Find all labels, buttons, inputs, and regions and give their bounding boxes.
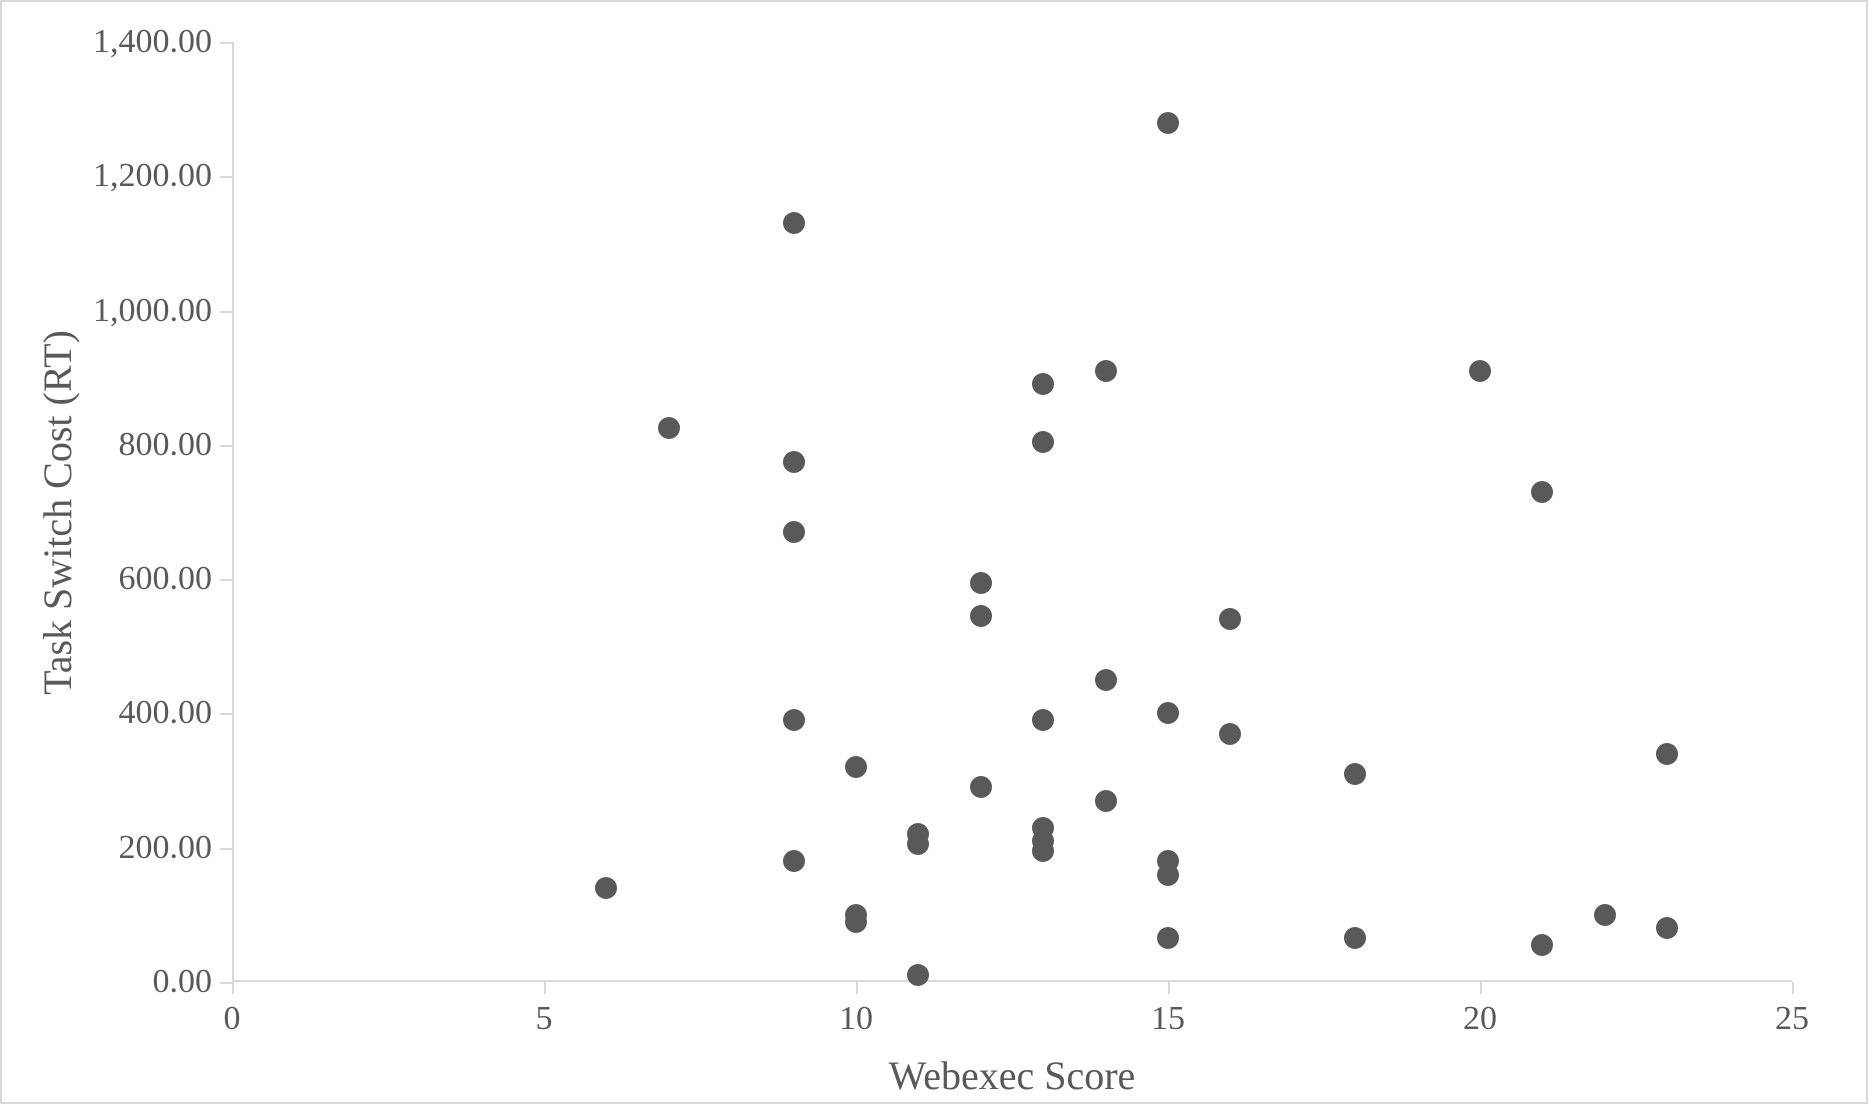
y-tick-label: 200.00	[119, 829, 233, 867]
data-point	[1219, 608, 1241, 630]
data-point	[970, 572, 992, 594]
data-point	[845, 756, 867, 778]
x-tick-label: 25	[1775, 982, 1809, 1038]
data-point	[907, 964, 929, 986]
data-point	[1656, 743, 1678, 765]
data-point	[1157, 864, 1179, 886]
data-point	[783, 850, 805, 872]
y-tick-label: 1,000.00	[93, 292, 232, 330]
y-tick-label: 600.00	[119, 560, 233, 598]
data-point	[1344, 763, 1366, 785]
data-point	[1219, 723, 1241, 745]
data-point	[970, 605, 992, 627]
data-point	[783, 451, 805, 473]
data-point	[1469, 360, 1491, 382]
data-point	[1032, 431, 1054, 453]
data-point	[783, 212, 805, 234]
data-point	[1095, 669, 1117, 691]
data-point	[1095, 360, 1117, 382]
data-point	[783, 709, 805, 731]
data-point	[783, 521, 805, 543]
y-axis-title-container: Task Switch Cost (RT)	[32, 42, 82, 982]
y-tick-label: 800.00	[119, 426, 233, 464]
data-point	[1032, 373, 1054, 395]
x-axis-line	[232, 980, 1792, 982]
y-tick-label: 400.00	[119, 694, 233, 732]
data-point	[658, 417, 680, 439]
x-tick-label: 20	[1463, 982, 1497, 1038]
data-point	[1157, 927, 1179, 949]
data-point	[1656, 917, 1678, 939]
y-tick-label: 0.00	[153, 963, 233, 1001]
data-point	[907, 833, 929, 855]
data-point	[845, 911, 867, 933]
data-point	[1594, 904, 1616, 926]
data-point	[1032, 840, 1054, 862]
plot-area: 0.00200.00400.00600.00800.001,000.001,20…	[232, 42, 1792, 982]
data-point	[1157, 702, 1179, 724]
data-point	[1531, 481, 1553, 503]
data-point	[970, 776, 992, 798]
x-tick-label: 10	[839, 982, 873, 1038]
data-point	[1344, 927, 1366, 949]
data-point	[1157, 112, 1179, 134]
x-tick-label: 5	[536, 982, 553, 1038]
x-tick-label: 0	[224, 982, 241, 1038]
y-tick-label: 1,200.00	[93, 157, 232, 195]
data-point	[1095, 790, 1117, 812]
data-point	[595, 877, 617, 899]
y-axis-line	[232, 42, 234, 982]
x-tick-label: 15	[1151, 982, 1185, 1038]
y-axis-title: Task Switch Cost (RT)	[34, 330, 81, 695]
data-point	[1531, 934, 1553, 956]
y-tick-label: 1,400.00	[93, 23, 232, 61]
chart-frame: Task Switch Cost (RT) 0.00200.00400.0060…	[0, 0, 1868, 1104]
data-point	[1032, 709, 1054, 731]
x-axis-title: Webexec Score	[232, 1052, 1792, 1099]
